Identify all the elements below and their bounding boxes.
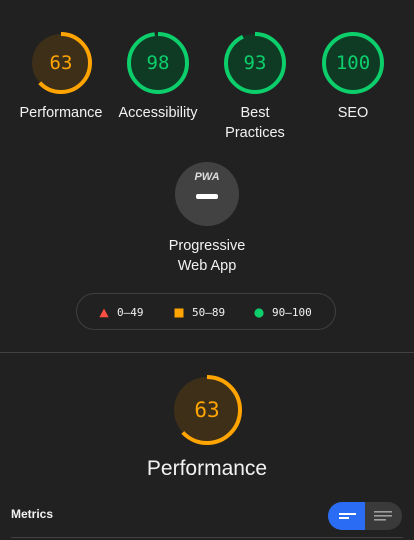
circle-icon [254, 307, 264, 318]
gauge-best-practices-score: 93 [244, 52, 267, 74]
gauge-best-practices-ring: 93 [224, 32, 286, 94]
metrics-heading: Metrics [11, 507, 54, 521]
metrics-rule [11, 537, 403, 538]
gauge-pwa[interactable]: PWA Progressive Web App [157, 162, 257, 276]
legend-fail: 0–49 [99, 294, 144, 331]
pwa-dash-icon [196, 194, 218, 199]
performance-section-gauge: 63 [157, 373, 257, 452]
gauge-accessibility-label: Accessibility [118, 105, 198, 121]
legend-pass: 90–100 [254, 294, 312, 331]
score-scale-legend: 0–49 50–89 90–100 [76, 293, 336, 330]
gauge-performance-label: Performance [19, 105, 103, 121]
gauge-accessibility-score: 98 [147, 52, 170, 74]
metrics-view-toggle[interactable] [328, 502, 402, 530]
gauge-performance-ring: 63 [30, 32, 92, 94]
performance-section-title: Performance [146, 457, 268, 480]
gauge-best-practices-label-line2: Practices [225, 125, 285, 141]
legend-average-label: 50–89 [192, 306, 226, 319]
performance-section-score: 63 [194, 398, 219, 422]
section-divider [0, 352, 414, 353]
gauge-accessibility[interactable]: 98 Accessibility [108, 30, 208, 123]
pwa-badge-text: PWA [194, 171, 220, 183]
gauge-seo-label: SEO [337, 105, 369, 121]
pwa-badge-icon: PWA [175, 162, 239, 226]
pwa-label-line1: Progressive [168, 238, 246, 254]
legend-fail-label: 0–49 [117, 306, 144, 319]
gauge-accessibility-ring: 98 [127, 32, 189, 94]
gauge-best-practices-label-line1: Best [240, 105, 270, 121]
pwa-label-line2: Web App [177, 258, 237, 274]
expanded-list-icon [374, 511, 392, 521]
gauge-best-practices[interactable]: 93 Best Practices [205, 30, 305, 143]
gauge-seo-score: 100 [336, 52, 370, 74]
lighthouse-report: 63 Performance 98 Accessibility 93 Best … [0, 0, 414, 540]
expanded-view-button[interactable] [365, 502, 402, 530]
gauge-performance[interactable]: 63 Performance [11, 30, 111, 123]
compact-list-icon [339, 513, 356, 519]
legend-pass-label: 90–100 [272, 306, 312, 319]
gauge-best-practices-label: Best Practices [205, 103, 305, 143]
gauge-performance-score: 63 [50, 52, 73, 74]
square-icon [174, 308, 184, 317]
gauge-seo[interactable]: 100 SEO [303, 30, 403, 123]
compact-view-button[interactable] [328, 502, 365, 530]
triangle-icon [99, 308, 109, 317]
gauge-seo-ring: 100 [322, 32, 384, 94]
pwa-label: Progressive Web App [157, 236, 257, 276]
performance-section-ring: 63 [172, 375, 242, 445]
legend-average: 50–89 [174, 294, 225, 331]
